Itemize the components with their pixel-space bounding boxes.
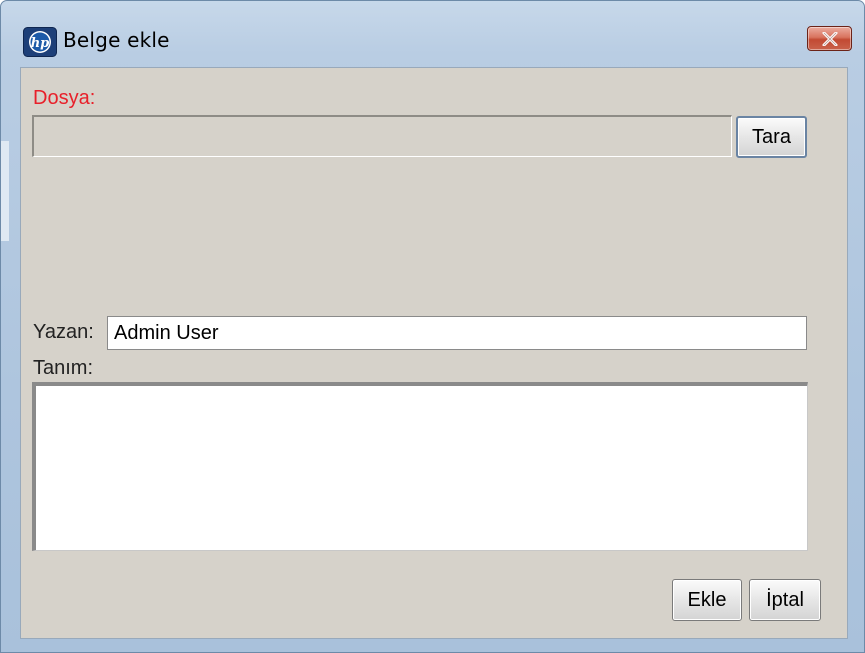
title-bar[interactable]: hp Belge ekle [1, 1, 864, 67]
close-button[interactable] [807, 26, 852, 51]
window-frame-highlight [1, 141, 9, 241]
file-path-field [32, 115, 732, 157]
author-label: Yazan: [33, 321, 94, 343]
close-icon [822, 32, 838, 46]
browse-button[interactable]: Tara [736, 116, 807, 158]
svg-text:hp: hp [31, 36, 50, 51]
cancel-button[interactable]: İptal [749, 579, 821, 621]
description-textarea[interactable] [32, 382, 808, 551]
window-title: Belge ekle [63, 28, 170, 52]
description-label: Tanım: [33, 357, 94, 379]
dialog-window: hp Belge ekle Dosya: Tara Yazan: Admin U… [0, 0, 865, 653]
author-input[interactable]: Admin User [107, 316, 807, 350]
add-button[interactable]: Ekle [672, 579, 742, 621]
hp-logo-icon: hp [23, 27, 57, 57]
file-label: Dosya: [33, 87, 96, 109]
